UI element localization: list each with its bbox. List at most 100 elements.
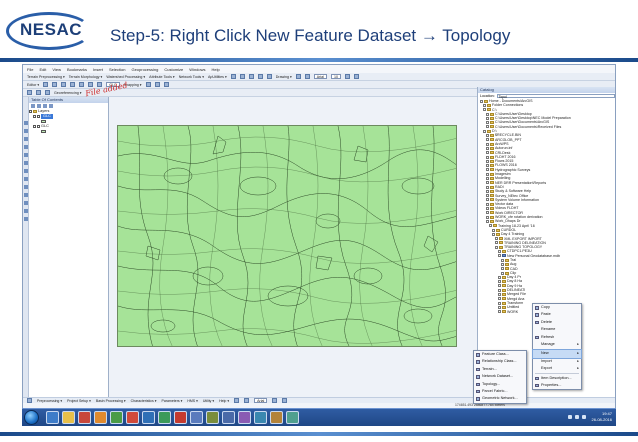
tool-icon[interactable] — [24, 121, 28, 125]
tool-icon[interactable] — [27, 90, 32, 95]
expand-icon[interactable] — [486, 112, 489, 116]
expand-icon[interactable] — [486, 202, 489, 206]
drawing-menu[interactable]: Drawing ▾ — [276, 75, 292, 79]
app-icon[interactable] — [286, 411, 299, 424]
expand-icon[interactable] — [480, 99, 483, 103]
zoom-out-icon[interactable] — [70, 82, 76, 87]
clock[interactable]: 19:47 26-08-2016 — [592, 411, 612, 423]
expand-icon[interactable] — [486, 172, 489, 176]
expand-icon[interactable] — [486, 116, 489, 120]
app-icon[interactable] — [270, 411, 283, 424]
ctx-refresh[interactable]: Refresh — [533, 334, 581, 341]
ctx-manage[interactable]: Manage ▸ — [533, 341, 581, 348]
font-select[interactable]: Arial — [313, 74, 327, 79]
menu-customize[interactable]: Customize — [164, 67, 183, 72]
collapse-icon[interactable] — [33, 125, 36, 128]
tool-icon[interactable] — [24, 217, 28, 221]
expand-icon[interactable] — [486, 121, 489, 125]
acrobat-icon[interactable] — [174, 411, 187, 424]
map-display[interactable] — [117, 125, 457, 347]
expand-icon[interactable] — [486, 155, 489, 159]
menu-insert[interactable]: Insert — [93, 67, 103, 72]
expand-icon[interactable] — [486, 198, 489, 202]
start-button[interactable] — [24, 410, 39, 425]
bold-icon[interactable] — [344, 74, 350, 79]
list-by-visibility-icon[interactable] — [43, 104, 47, 108]
expand-icon[interactable] — [498, 250, 501, 254]
expand-icon[interactable] — [495, 241, 498, 245]
tool-icon[interactable] — [24, 137, 28, 141]
menu-geoprocessing[interactable]: Geoprocessing — [131, 67, 158, 72]
explorer-icon[interactable] — [62, 411, 75, 424]
ctx-properties[interactable]: Properties... — [533, 382, 581, 389]
help-menu[interactable]: Help ▾ — [219, 399, 229, 403]
ie-icon[interactable] — [46, 411, 59, 424]
expand-icon[interactable] — [486, 219, 489, 223]
project-setup-menu[interactable]: Project Setup ▾ — [67, 399, 91, 403]
chrome-icon[interactable] — [110, 411, 123, 424]
expand-icon[interactable] — [498, 305, 501, 309]
tool-icon[interactable] — [24, 129, 28, 133]
expand-icon[interactable] — [486, 207, 489, 211]
location-input[interactable]: Topol — [496, 94, 615, 99]
lang-indicator[interactable] — [568, 415, 572, 419]
ctx-export[interactable]: Export ▸ — [533, 365, 581, 372]
edit-tool-icon[interactable] — [43, 82, 49, 87]
sketch-tool-icon[interactable] — [52, 82, 58, 87]
ctx-rename[interactable]: Rename — [533, 326, 581, 333]
tool-icon[interactable] — [257, 74, 263, 79]
menu-bookmarks[interactable]: Bookmarks — [67, 67, 87, 72]
basin-processing-menu[interactable]: Basin Processing ▾ — [96, 399, 126, 403]
collapse-icon[interactable] — [33, 115, 36, 118]
expand-icon[interactable] — [498, 310, 501, 314]
expand-icon[interactable] — [486, 215, 489, 219]
new-parcel-fabric[interactable]: Parcel Fabric... — [474, 388, 526, 395]
tool-icon[interactable] — [304, 74, 310, 79]
expand-icon[interactable] — [501, 258, 504, 262]
expand-icon[interactable] — [486, 181, 489, 185]
volume-icon[interactable] — [582, 415, 586, 419]
excel-icon[interactable] — [158, 411, 171, 424]
expand-icon[interactable] — [483, 129, 486, 133]
list-by-selection-icon[interactable] — [49, 104, 53, 108]
tool-icon[interactable] — [36, 90, 41, 95]
expand-icon[interactable] — [498, 293, 501, 296]
expand-icon[interactable] — [489, 224, 492, 228]
expand-icon[interactable] — [498, 297, 501, 301]
visibility-checkbox[interactable] — [37, 115, 40, 118]
ctx-new[interactable]: New ▸ — [532, 349, 582, 359]
ctx-copy[interactable]: Copy — [533, 304, 581, 311]
legend-swatch[interactable] — [41, 130, 46, 133]
media-icon[interactable] — [78, 411, 91, 424]
legend-swatch[interactable] — [41, 120, 46, 123]
font-size-select[interactable]: 10 — [330, 74, 341, 79]
expand-icon[interactable] — [483, 108, 486, 112]
tool-icon[interactable] — [24, 153, 28, 157]
tool-icon[interactable] — [45, 90, 50, 95]
tool-icon[interactable] — [24, 145, 28, 149]
new-relationship-class[interactable]: Relationship Class... — [474, 358, 526, 365]
app-icon[interactable] — [238, 411, 251, 424]
italic-icon[interactable] — [353, 74, 359, 79]
list-by-drawing-order-icon[interactable] — [31, 104, 35, 108]
expand-icon[interactable] — [498, 280, 501, 284]
network-icon[interactable] — [575, 415, 579, 419]
tool-icon[interactable] — [266, 74, 272, 79]
arcmap-icon[interactable] — [206, 411, 219, 424]
full-extent-icon[interactable] — [88, 82, 94, 87]
tool-icon[interactable] — [24, 209, 28, 213]
ctx-delete[interactable]: Delete — [533, 319, 581, 326]
expand-icon[interactable] — [486, 185, 489, 189]
georeferencing-menu[interactable]: Georeferencing ▾ — [54, 91, 82, 95]
expand-icon[interactable] — [498, 301, 501, 305]
snap-icon[interactable] — [163, 82, 169, 87]
snap-icon[interactable] — [154, 82, 160, 87]
attribute-tools-menu[interactable]: Attribute Tools ▾ — [149, 75, 175, 79]
watershed-processing-menu[interactable]: Watershed Processing ▾ — [106, 75, 145, 79]
tool-icon[interactable] — [24, 169, 28, 173]
snap-icon[interactable] — [145, 82, 151, 87]
arccatalog-icon[interactable] — [222, 411, 235, 424]
layer-name[interactable]: GLC — [41, 124, 49, 129]
tool-icon[interactable] — [239, 74, 245, 79]
expand-icon[interactable] — [498, 254, 501, 258]
